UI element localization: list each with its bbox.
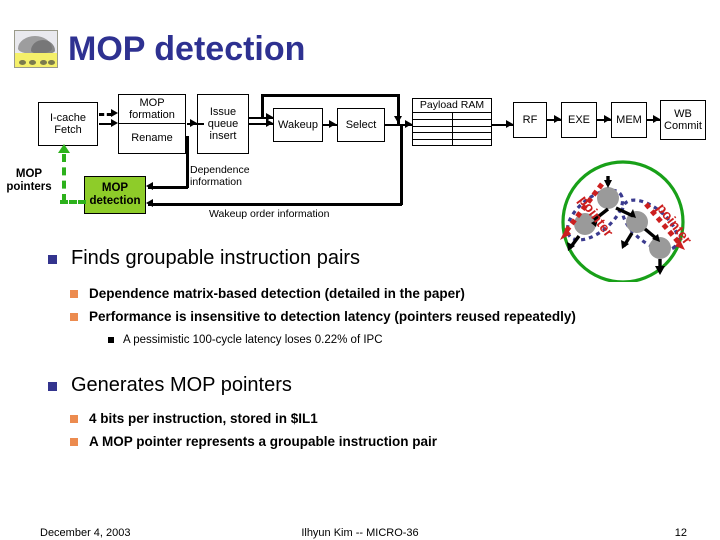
diagram-box-wb-commit: WB Commit [660, 100, 706, 140]
arrowhead [329, 120, 336, 128]
dependence-path-horizontal [148, 186, 188, 189]
box-cell-mop-formation: MOP formation [119, 95, 185, 124]
label-wakeup-order-information: Wakeup order information [209, 208, 330, 220]
diagram-box-mem: MEM [611, 102, 647, 138]
arrowhead [111, 119, 118, 127]
box-line: EXE [567, 113, 590, 126]
box-line: MOP [101, 182, 129, 195]
arrowhead [554, 115, 561, 123]
bullet-marker-level2 [70, 438, 78, 446]
box-line: MOP [139, 96, 165, 109]
bullet-level3: A pessimistic 100-cycle latency loses 0.… [108, 333, 720, 347]
arrowhead [266, 113, 273, 121]
diagram-box-issue-queue-insert: Issue queue insert [197, 94, 249, 154]
label-line: information [190, 176, 242, 189]
arrowhead [405, 120, 412, 128]
payload-ram-title: Payload RAM [419, 99, 485, 111]
bullet-level2-text: A MOP pointer represents a groupable ins… [89, 434, 438, 449]
footer-page-number: 12 [674, 527, 687, 539]
box-line: detection [89, 195, 141, 207]
label-dependence-information: Dependence information [190, 164, 250, 188]
slide-body: Finds groupable instruction pairs Depend… [0, 246, 720, 451]
bullet-marker-level2 [70, 290, 78, 298]
box-line: Wakeup [278, 118, 318, 131]
box-line: Commit [664, 120, 702, 132]
footer-center-text: Ilhyun Kim -- MICRO-36 [301, 527, 419, 539]
arrowhead [506, 120, 513, 128]
box-line: queue [207, 117, 239, 130]
bullet-level1: Generates MOP pointers [48, 373, 720, 397]
diagram-box-mop-formation-rename: MOP formation Rename [118, 94, 186, 154]
box-line: Rename [131, 132, 173, 145]
box-line: Select [345, 118, 377, 131]
bullet-level2-text: 4 bits per instruction, stored in $IL1 [89, 411, 318, 427]
arrowhead [604, 115, 611, 123]
box-line: Issue [209, 105, 237, 118]
wakeup-order-path-horizontal [148, 203, 402, 206]
arrowhead [146, 182, 153, 190]
bullet-level1-text: Generates MOP pointers [71, 374, 292, 397]
dependence-path-vertical [186, 136, 189, 188]
bullet-level1: Finds groupable instruction pairs [48, 246, 720, 270]
label-line: MOP [15, 168, 43, 180]
box-line: MEM [616, 113, 642, 126]
box-cell-rename: Rename [119, 124, 185, 153]
diagram-box-exe: EXE [561, 102, 597, 138]
arrowhead [111, 109, 118, 117]
arrowhead [146, 199, 153, 207]
bullet-level2: Performance is insensitive to detection … [70, 309, 630, 326]
box-line: Fetch [54, 124, 82, 136]
payload-ram-grid [413, 111, 491, 145]
box-line: RF [522, 113, 538, 126]
bullet-marker-level2 [70, 312, 78, 321]
picture-thumbnail-icon [14, 30, 58, 68]
bullet-marker-level1 [48, 255, 57, 264]
label-line: pointers [6, 181, 52, 194]
arrowhead [653, 115, 660, 123]
box-line: I-cache [49, 111, 87, 124]
box-line: insert [209, 130, 237, 143]
diagram-box-i-cache-fetch: I-cache Fetch [38, 102, 98, 146]
page-title: MOP detection [68, 30, 306, 68]
wakeup-order-path-vertical [400, 124, 403, 205]
arrowhead [58, 144, 70, 153]
box-line: formation [129, 109, 175, 121]
instruction-node [597, 187, 619, 209]
diagram-box-wakeup: Wakeup [273, 108, 323, 142]
arrowhead [190, 119, 197, 127]
bullet-level2-text: Dependence matrix-based detection (detai… [89, 286, 465, 301]
label-line: Dependence [190, 164, 250, 176]
diagram-box-mop-detection: MOP detection [84, 176, 146, 214]
bullet-marker-level1 [48, 382, 57, 392]
bullet-marker-level2 [70, 415, 78, 424]
bullet-level2: 4 bits per instruction, stored in $IL1 [70, 411, 720, 428]
bullet-level1-text: Finds groupable instruction pairs [71, 247, 361, 269]
arrowhead [394, 116, 402, 123]
wakeup-select-loop-left [261, 94, 264, 117]
bullet-marker-level3 [108, 336, 114, 343]
label-mop-pointers: MOP pointers [0, 168, 58, 194]
bullet-level2: Dependence matrix-based detection (detai… [70, 286, 570, 303]
slide-title-row: MOP detection [14, 30, 305, 68]
mop-pointers-path-vertical [62, 154, 66, 202]
box-line: WB [674, 107, 692, 120]
diagram-box-select: Select [337, 108, 385, 142]
bullet-level2-text: Performance is insensitive to detection … [89, 308, 576, 324]
bullet-level2: A MOP pointer represents a groupable ins… [70, 434, 720, 451]
diagram-box-rf: RF [513, 102, 547, 138]
bullet-level3-text: A pessimistic 100-cycle latency loses 0.… [123, 333, 383, 346]
wakeup-select-loop-top [261, 94, 400, 97]
diagram-box-payload-ram: Payload RAM [412, 98, 492, 146]
